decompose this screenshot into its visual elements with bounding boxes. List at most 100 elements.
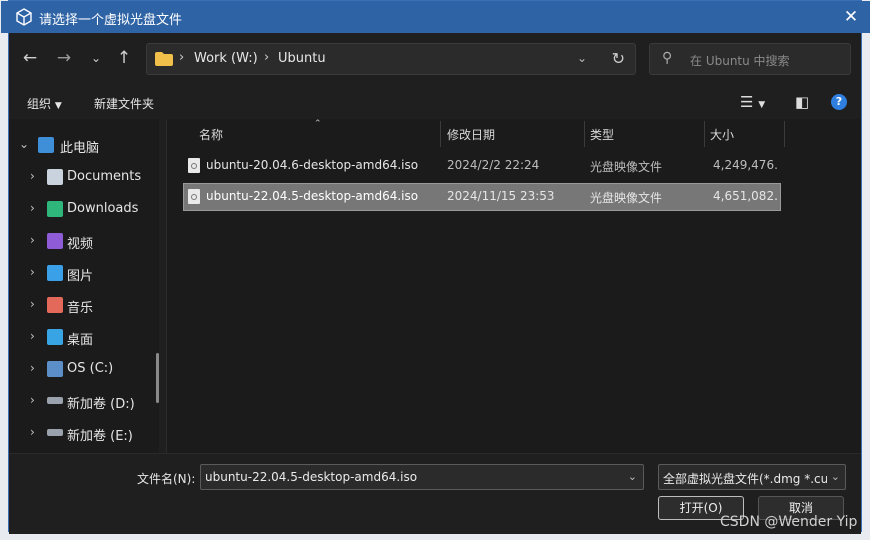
file-name: ubuntu-20.04.6-desktop-amd64.iso — [206, 158, 419, 172]
preview-pane-icon[interactable]: ◧ — [795, 93, 809, 111]
sort-ascending-icon: ⌃ — [314, 119, 322, 129]
sidebar-item-label: 视频 — [67, 237, 94, 252]
column-separator[interactable] — [784, 121, 785, 147]
breadcrumb-ubuntu[interactable]: Ubuntu — [278, 51, 326, 66]
watermark: CSDN @Wender Yip — [720, 514, 858, 530]
sidebar-item-label: 音乐 — [67, 301, 94, 316]
column-header-size[interactable]: 大小 — [710, 126, 734, 143]
sidebar-item-label: 图片 — [67, 269, 94, 284]
app-cube-icon — [16, 8, 32, 26]
help-icon[interactable]: ? — [831, 94, 847, 110]
chevron-down-icon[interactable]: ⌄ — [628, 470, 637, 483]
sidebar-item-label: 新加卷 (D:) — [67, 397, 135, 412]
sidebar-item[interactable]: › 图片 — [9, 258, 159, 288]
os-drive-icon — [47, 361, 63, 377]
breadcrumb-separator-icon: › — [264, 50, 270, 65]
sidebar-item[interactable]: › 音乐 — [9, 290, 159, 320]
view-options-icon[interactable]: ☰ ▼ — [740, 93, 765, 111]
title-bar: 请选择一个虚拟光盘文件 ✕ — [1, 1, 870, 33]
arrow-right-icon: → — [56, 48, 72, 68]
sidebar-item-label: 新加卷 (E:) — [67, 429, 133, 444]
chevron-right-icon[interactable]: › — [30, 265, 35, 279]
chevron-down-icon: ⌄ — [830, 470, 840, 483]
file-size: 4,651,082... — [713, 189, 779, 203]
sidebar-item-label: OS (C:) — [67, 361, 114, 376]
up-button[interactable]: ↑ — [113, 47, 135, 69]
computer-icon — [38, 137, 54, 153]
address-dropdown-icon[interactable]: ⌄ — [577, 51, 587, 65]
close-icon: ✕ — [843, 7, 859, 27]
chevron-right-icon[interactable]: › — [30, 329, 35, 343]
chevron-right-icon[interactable]: › — [30, 201, 35, 215]
file-name: ubuntu-22.04.5-desktop-amd64.iso — [206, 189, 419, 203]
recent-locations-button[interactable]: ⌄ — [85, 47, 107, 69]
file-type: 光盘映像文件 — [590, 160, 663, 174]
sidebar-item-label: Downloads — [67, 201, 139, 216]
disc-image-file-icon — [188, 189, 200, 204]
file-type-value: 全部虚拟光盘文件(*.dmg *.cue — [663, 472, 827, 486]
filename-input[interactable]: ubuntu-22.04.5-desktop-amd64.iso ⌄ — [200, 464, 644, 490]
file-date: 2024/2/2 22:24 — [447, 158, 540, 172]
refresh-icon[interactable]: ↻ — [612, 49, 625, 68]
arrow-up-icon: ↑ — [116, 48, 132, 68]
nav-item-this-pc[interactable]: ⌄ 此电脑 — [9, 130, 159, 160]
forward-button[interactable]: → — [53, 47, 75, 69]
document-icon — [47, 169, 63, 185]
search-box[interactable]: ⚲ 在 Ubuntu 中搜索 — [649, 43, 851, 75]
desktop-icon — [47, 329, 63, 345]
close-button[interactable]: ✕ — [841, 7, 861, 27]
sidebar-item[interactable]: › 新加卷 (D:) — [9, 386, 159, 416]
column-separator[interactable] — [440, 121, 441, 147]
search-icon: ⚲ — [662, 50, 673, 66]
table-row-selected[interactable]: ubuntu-22.04.5-desktop-amd64.iso 2024/11… — [183, 183, 781, 211]
picture-icon — [47, 265, 63, 281]
breadcrumb-separator-icon: › — [179, 50, 185, 65]
chevron-right-icon[interactable]: › — [30, 425, 35, 439]
disc-image-file-icon — [188, 158, 200, 173]
breadcrumb-work-drive[interactable]: Work (W:) — [194, 51, 258, 66]
address-bar[interactable]: › Work (W:) › Ubuntu ⌄ ↻ — [146, 43, 636, 75]
file-dialog: 请选择一个虚拟光盘文件 ✕ ← → ⌄ ↑ › Work (W:) › Ubun… — [1, 0, 870, 534]
toolbar: 组织 ▼ 新建文件夹 ☰ ▼ ◧ ? — [9, 85, 861, 119]
navigation-bar: ← → ⌄ ↑ › Work (W:) › Ubuntu ⌄ ↻ ⚲ 在 Ubu… — [9, 33, 861, 85]
new-folder-button[interactable]: 新建文件夹 — [94, 95, 154, 112]
sidebar-item[interactable]: › 视频 — [9, 226, 159, 256]
chevron-right-icon[interactable]: › — [30, 169, 35, 183]
arrow-left-icon: ← — [22, 48, 38, 68]
sidebar-item[interactable]: › 桌面 — [9, 322, 159, 352]
file-list: ⌃ 名称 修改日期 类型 大小 ubuntu-20.04.6-desktop-a… — [167, 119, 861, 453]
video-icon — [47, 233, 63, 249]
organize-menu[interactable]: 组织 ▼ — [27, 95, 62, 112]
table-row[interactable]: ubuntu-20.04.6-desktop-amd64.iso 2024/2/… — [184, 153, 780, 179]
filename-label: 文件名(N): — [137, 472, 196, 486]
sidebar-item[interactable]: › Documents — [9, 162, 159, 192]
file-type-select[interactable]: 全部虚拟光盘文件(*.dmg *.cue ⌄ — [658, 464, 846, 490]
nav-scrollbar[interactable] — [156, 353, 159, 403]
dialog-title: 请选择一个虚拟光盘文件 — [39, 13, 183, 28]
background-right — [862, 0, 870, 540]
column-header-date[interactable]: 修改日期 — [447, 126, 495, 143]
chevron-right-icon[interactable]: › — [30, 233, 35, 247]
sidebar-item[interactable]: › Downloads — [9, 194, 159, 224]
nav-item-label: 此电脑 — [60, 141, 100, 156]
drive-icon — [47, 397, 63, 404]
column-header-name[interactable]: 名称 — [199, 126, 223, 143]
music-icon — [47, 297, 63, 313]
back-button[interactable]: ← — [19, 47, 41, 69]
chevron-right-icon[interactable]: › — [30, 393, 35, 407]
sidebar-item[interactable]: › 新加卷 (E:) — [9, 418, 159, 448]
file-type: 光盘映像文件 — [590, 191, 663, 205]
sidebar-item-label: Documents — [67, 169, 142, 184]
column-header-type[interactable]: 类型 — [590, 126, 614, 143]
column-separator[interactable] — [584, 121, 585, 147]
chevron-right-icon[interactable]: › — [30, 297, 35, 311]
folder-icon — [155, 52, 173, 66]
sidebar-item[interactable]: › OS (C:) — [9, 354, 159, 384]
download-icon — [47, 201, 63, 217]
column-separator[interactable] — [704, 121, 705, 147]
file-date: 2024/11/15 23:53 — [447, 189, 555, 203]
organize-label: 组织 — [27, 97, 52, 111]
chevron-down-icon: ⌄ — [19, 137, 30, 151]
chevron-right-icon[interactable]: › — [30, 361, 35, 375]
caret-down-icon: ▼ — [54, 101, 62, 111]
